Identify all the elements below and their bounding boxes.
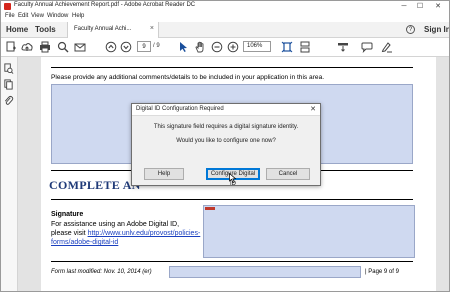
- comments-instructions: Please provide any additional comments/d…: [51, 74, 325, 81]
- dialog-title: Digital ID Configuration Required: [136, 106, 224, 112]
- menu-view[interactable]: View: [31, 13, 44, 19]
- menu-window[interactable]: Window: [47, 13, 68, 19]
- menu-help[interactable]: Help: [72, 13, 84, 19]
- left-panel-rail: [1, 57, 18, 291]
- page-footer-number: | Page 9 of 9: [365, 269, 399, 275]
- form-modified-note: Form last modified: Nov. 10, 2014 (er): [51, 269, 152, 275]
- create-pdf-icon[interactable]: [5, 41, 17, 53]
- pages-icon[interactable]: [3, 79, 14, 90]
- tab-home[interactable]: Home: [6, 25, 28, 34]
- dialog-question: Would you like to configure one now?: [176, 138, 276, 144]
- menu-edit[interactable]: Edit: [18, 13, 28, 19]
- sign-in-button[interactable]: Sign In: [424, 25, 449, 34]
- tab-bar: Home Tools Faculty Annual Achi... × ? Si…: [1, 22, 449, 38]
- comment-icon[interactable]: [361, 41, 373, 53]
- divider: [51, 199, 413, 200]
- document-tab-label: Faculty Annual Achi...: [74, 26, 132, 32]
- zoom-in-icon[interactable]: [227, 41, 239, 53]
- zoom-level-select[interactable]: 106%: [243, 41, 271, 52]
- page-thumbnails-icon[interactable]: [3, 63, 14, 74]
- title-bar: Faculty Annual Achievement Report.pdf - …: [1, 1, 449, 12]
- zoom-out-icon[interactable]: [211, 41, 223, 53]
- sign-icon[interactable]: [381, 41, 393, 53]
- acrobat-logo-icon: [4, 3, 11, 10]
- help-button[interactable]: Help: [144, 168, 184, 180]
- page-total: / 9: [153, 43, 160, 49]
- cancel-button[interactable]: Cancel: [266, 168, 310, 180]
- section-heading: COMPLETE AN: [49, 178, 141, 192]
- search-icon[interactable]: [57, 41, 69, 53]
- divider: [51, 67, 413, 68]
- help-icon[interactable]: ?: [406, 25, 415, 34]
- attachment-icon[interactable]: [3, 95, 14, 106]
- maximize-button[interactable]: ☐: [413, 1, 427, 12]
- minimize-button[interactable]: ─: [397, 1, 411, 12]
- dialog-title-bar: Digital ID Configuration Required ✕: [132, 104, 320, 116]
- scroll-mode-icon[interactable]: [299, 41, 311, 53]
- close-tab-icon[interactable]: ×: [150, 25, 154, 32]
- fit-page-icon[interactable]: [281, 41, 293, 53]
- window-title: Faculty Annual Achievement Report.pdf - …: [14, 2, 196, 8]
- dialog-close-icon[interactable]: ✕: [310, 105, 316, 113]
- signature-field[interactable]: [203, 205, 415, 258]
- mouse-cursor-icon: [229, 173, 237, 183]
- signature-heading: Signature: [51, 211, 84, 218]
- mail-icon[interactable]: [74, 41, 86, 53]
- tab-tools[interactable]: Tools: [35, 25, 56, 34]
- close-window-button[interactable]: ✕: [431, 1, 445, 12]
- dialog-message: This signature field requires a digital …: [153, 124, 299, 130]
- print-icon[interactable]: [39, 41, 51, 53]
- page-up-icon[interactable]: [105, 41, 117, 53]
- signature-flag-icon: [205, 207, 215, 210]
- menu-bar: File Edit View Window Help: [1, 12, 449, 22]
- select-cursor-icon[interactable]: [177, 41, 189, 53]
- menu-file[interactable]: File: [5, 13, 15, 19]
- toolbar: 9 / 9 106%: [1, 38, 449, 57]
- cloud-upload-icon[interactable]: [21, 41, 33, 53]
- page-down-icon[interactable]: [120, 41, 132, 53]
- footer-text-field[interactable]: [169, 266, 361, 278]
- digital-id-dialog: Digital ID Configuration Required ✕ This…: [131, 103, 321, 187]
- app-window: Faculty Annual Achievement Report.pdf - …: [0, 0, 450, 292]
- highlight-icon[interactable]: [337, 41, 349, 53]
- signature-instructions: For assistance using an Adobe Digital ID…: [51, 220, 201, 247]
- hand-icon[interactable]: [194, 41, 206, 53]
- divider: [51, 261, 413, 262]
- page-number-input[interactable]: 9: [137, 41, 151, 52]
- tab-document[interactable]: Faculty Annual Achi... ×: [67, 22, 159, 38]
